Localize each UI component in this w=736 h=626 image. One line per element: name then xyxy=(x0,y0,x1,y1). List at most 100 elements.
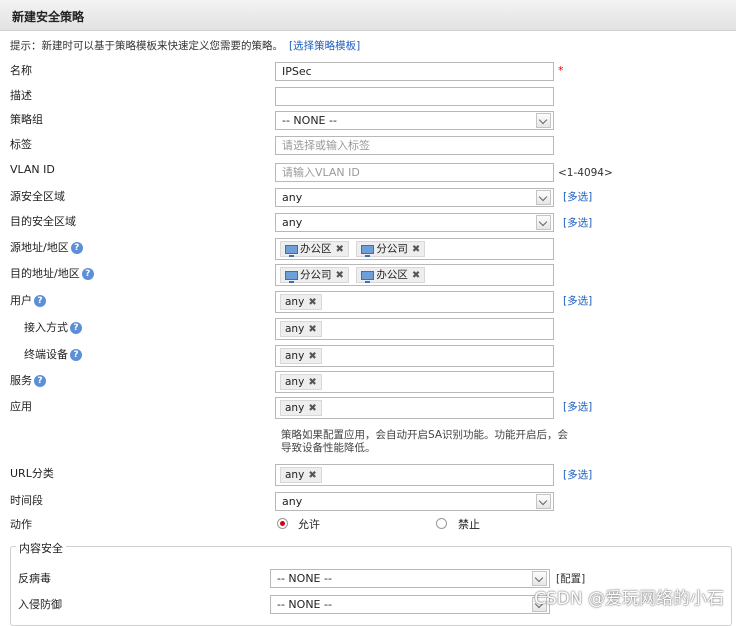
deny-radio[interactable] xyxy=(436,518,447,529)
application-label: 应用 xyxy=(10,400,32,413)
network-address-icon xyxy=(361,270,375,283)
hint-text: 提示：新建时可以基于策略模板来快速定义您需要的策略。 xyxy=(10,40,283,52)
deny-radio-label: 禁止 xyxy=(458,518,480,531)
src-zone-value: any xyxy=(282,191,303,204)
dst-zone-value: any xyxy=(282,216,303,229)
url-category-label: URL分类 xyxy=(10,467,54,480)
template-hint: 提示：新建时可以基于策略模板来快速定义您需要的策略。 [选择策略模板] xyxy=(10,38,360,53)
src-zone-select[interactable]: any xyxy=(275,188,554,207)
time-range-value: any xyxy=(282,495,303,508)
help-icon[interactable]: ? xyxy=(70,349,82,361)
action-label: 动作 xyxy=(10,518,32,531)
description-label: 描述 xyxy=(10,89,32,102)
src-zone-multi-link[interactable]: [多选] xyxy=(563,189,592,204)
terminal-tag-text: any xyxy=(285,350,305,362)
help-icon[interactable]: ? xyxy=(34,295,46,307)
dst-zone-multi-link[interactable]: [多选] xyxy=(563,215,592,230)
required-mark: * xyxy=(558,64,564,77)
antivirus-label: 反病毒 xyxy=(18,572,51,585)
address-tag-text: 办公区 xyxy=(376,269,408,281)
src-addr-input[interactable]: 办公区 ✖ 分公司 ✖ xyxy=(275,238,554,260)
antivirus-value: -- NONE -- xyxy=(277,572,332,585)
close-icon[interactable]: ✖ xyxy=(412,270,420,281)
service-tag-text: any xyxy=(285,376,305,388)
close-icon[interactable]: ✖ xyxy=(308,470,316,481)
allow-radio[interactable] xyxy=(277,518,288,529)
access-mode-tag: any ✖ xyxy=(280,321,322,337)
ips-value: -- NONE -- xyxy=(277,598,332,611)
dst-zone-select[interactable]: any xyxy=(275,213,554,232)
terminal-tag: any ✖ xyxy=(280,348,322,364)
user-tag-text: any xyxy=(285,296,305,308)
src-addr-label-text: 源地址/地区 xyxy=(10,241,69,254)
help-icon[interactable]: ? xyxy=(81,268,94,280)
ips-label: 入侵防御 xyxy=(18,598,62,611)
address-tag: 分公司 ✖ xyxy=(356,241,426,257)
close-icon[interactable]: ✖ xyxy=(308,377,316,388)
application-tag: any ✖ xyxy=(280,400,322,416)
chevron-down-icon[interactable] xyxy=(536,215,551,230)
src-zone-label: 源安全区域 xyxy=(10,190,65,203)
name-input[interactable]: IPSec xyxy=(275,62,554,81)
user-multi-link[interactable]: [多选] xyxy=(563,293,592,308)
description-input[interactable] xyxy=(275,87,554,106)
close-icon[interactable]: ✖ xyxy=(308,324,316,335)
vlan-range: <1-4094> xyxy=(558,167,613,179)
antivirus-select[interactable]: -- NONE -- xyxy=(270,569,550,588)
help-icon[interactable]: ? xyxy=(34,375,46,387)
tag-label: 标签 xyxy=(10,138,32,151)
time-range-select[interactable]: any xyxy=(275,492,554,511)
url-category-multi-link[interactable]: [多选] xyxy=(563,467,592,482)
close-icon[interactable]: ✖ xyxy=(336,270,344,281)
close-icon[interactable]: ✖ xyxy=(412,244,420,255)
application-multi-link[interactable]: [多选] xyxy=(563,399,592,414)
name-label: 名称 xyxy=(10,64,32,77)
terminal-input[interactable]: any ✖ xyxy=(275,345,554,367)
user-input[interactable]: any ✖ xyxy=(275,291,554,313)
policy-group-label: 策略组 xyxy=(10,113,43,126)
address-tag: 分公司 ✖ xyxy=(280,267,349,283)
user-tag: any ✖ xyxy=(280,294,322,310)
vlan-input[interactable]: 请输入VLAN ID xyxy=(275,163,554,182)
service-label: 服务? xyxy=(10,372,46,388)
address-tag: 办公区 ✖ xyxy=(356,267,426,283)
policy-group-select[interactable]: -- NONE -- xyxy=(275,111,554,130)
content-security-legend: 内容安全 xyxy=(16,540,66,556)
service-input[interactable]: any ✖ xyxy=(275,371,554,393)
application-note: 策略如果配置应用，会自动开启SA识别功能。功能开启后，会导致设备性能降低。 xyxy=(281,429,569,454)
policy-group-value: -- NONE -- xyxy=(282,114,337,127)
user-label: 用户? xyxy=(10,292,46,308)
network-address-icon xyxy=(285,270,298,283)
dst-addr-input[interactable]: 分公司 ✖ 办公区 ✖ xyxy=(275,264,554,286)
close-icon[interactable]: ✖ xyxy=(336,244,344,255)
close-icon[interactable]: ✖ xyxy=(308,297,316,308)
help-icon[interactable]: ? xyxy=(70,242,83,254)
url-category-tag-text: any xyxy=(285,469,305,481)
dst-addr-label: 目的地址/地区? xyxy=(10,265,94,281)
ips-select[interactable]: -- NONE -- xyxy=(270,595,550,614)
access-mode-label-text: 接入方式 xyxy=(24,321,68,334)
chevron-down-icon[interactable] xyxy=(536,113,551,128)
tag-input[interactable]: 请选择或输入标签 xyxy=(275,136,554,155)
application-input[interactable]: any ✖ xyxy=(275,397,554,419)
time-range-label: 时间段 xyxy=(10,494,43,507)
access-mode-input[interactable]: any ✖ xyxy=(275,318,554,340)
user-label-text: 用户 xyxy=(10,294,32,307)
close-icon[interactable]: ✖ xyxy=(308,351,316,362)
close-icon[interactable]: ✖ xyxy=(308,403,316,414)
chevron-down-icon[interactable] xyxy=(536,190,551,205)
allow-radio-label: 允许 xyxy=(298,518,320,531)
select-template-link[interactable]: [选择策略模板] xyxy=(289,40,360,52)
service-label-text: 服务 xyxy=(10,374,32,387)
url-category-input[interactable]: any ✖ xyxy=(275,464,554,486)
dst-zone-label: 目的安全区域 xyxy=(10,215,76,228)
address-tag-text: 办公区 xyxy=(300,243,332,255)
chevron-down-icon[interactable] xyxy=(536,494,551,509)
src-addr-label: 源地址/地区? xyxy=(10,239,83,255)
network-address-icon xyxy=(285,244,298,257)
vlan-label: VLAN ID xyxy=(10,163,55,176)
terminal-label: 终端设备? xyxy=(24,346,82,362)
address-tag-text: 分公司 xyxy=(300,269,332,281)
dialog-title: 新建安全策略 xyxy=(12,10,85,24)
help-icon[interactable]: ? xyxy=(70,322,82,334)
